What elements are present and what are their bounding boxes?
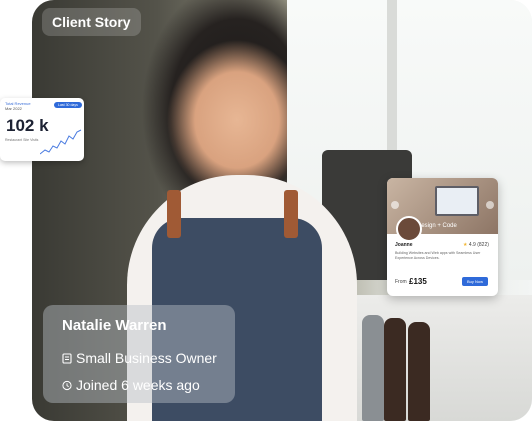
seller-name: Joanne <box>395 242 413 248</box>
bottle <box>384 318 406 421</box>
role-row: Small Business Owner <box>62 350 217 366</box>
bottle <box>362 315 384 421</box>
price-label: From <box>395 279 407 285</box>
rating-count: (822) <box>477 242 489 248</box>
clock-icon <box>62 380 72 390</box>
stat-period: Mar 2022 <box>5 106 22 111</box>
rating: ★ 4.9 (822) <box>463 242 489 248</box>
stat-caption: Restaurant Site Visits <box>5 138 39 142</box>
stat-period-pill[interactable]: Last 30 days <box>54 102 82 108</box>
apron-strap <box>284 190 298 238</box>
laptop-illustration <box>435 186 479 216</box>
apron-strap <box>167 190 181 238</box>
revenue-stat-card: Total Revenue Mar 2022 Last 30 days 102 … <box>0 98 84 161</box>
chevron-right-icon[interactable] <box>486 201 494 209</box>
buy-now-button[interactable]: Buy Now <box>462 277 488 286</box>
chevron-left-icon[interactable] <box>391 201 399 209</box>
cover-tag: Design + Code <box>417 223 457 229</box>
client-role: Small Business Owner <box>76 350 217 366</box>
sparkline-chart <box>40 129 82 155</box>
product-description: Building Websites and Web apps with Seam… <box>395 251 481 260</box>
avatar <box>396 216 422 242</box>
star-icon: ★ <box>463 242 468 248</box>
service-product-card[interactable]: Design + Code Joanne ★ 4.9 (822) Buildin… <box>387 178 498 296</box>
client-info-card: Natalie Warren Small Business Owner Join… <box>43 305 235 403</box>
id-card-icon <box>62 352 72 364</box>
price-value: £135 <box>409 277 427 286</box>
client-joined: Joined 6 weeks ago <box>76 377 200 393</box>
client-name: Natalie Warren <box>62 317 167 334</box>
rating-value: 4.9 <box>468 242 476 248</box>
joined-row: Joined 6 weeks ago <box>62 377 200 393</box>
client-story-badge: Client Story <box>42 8 141 36</box>
bottle <box>408 322 430 421</box>
